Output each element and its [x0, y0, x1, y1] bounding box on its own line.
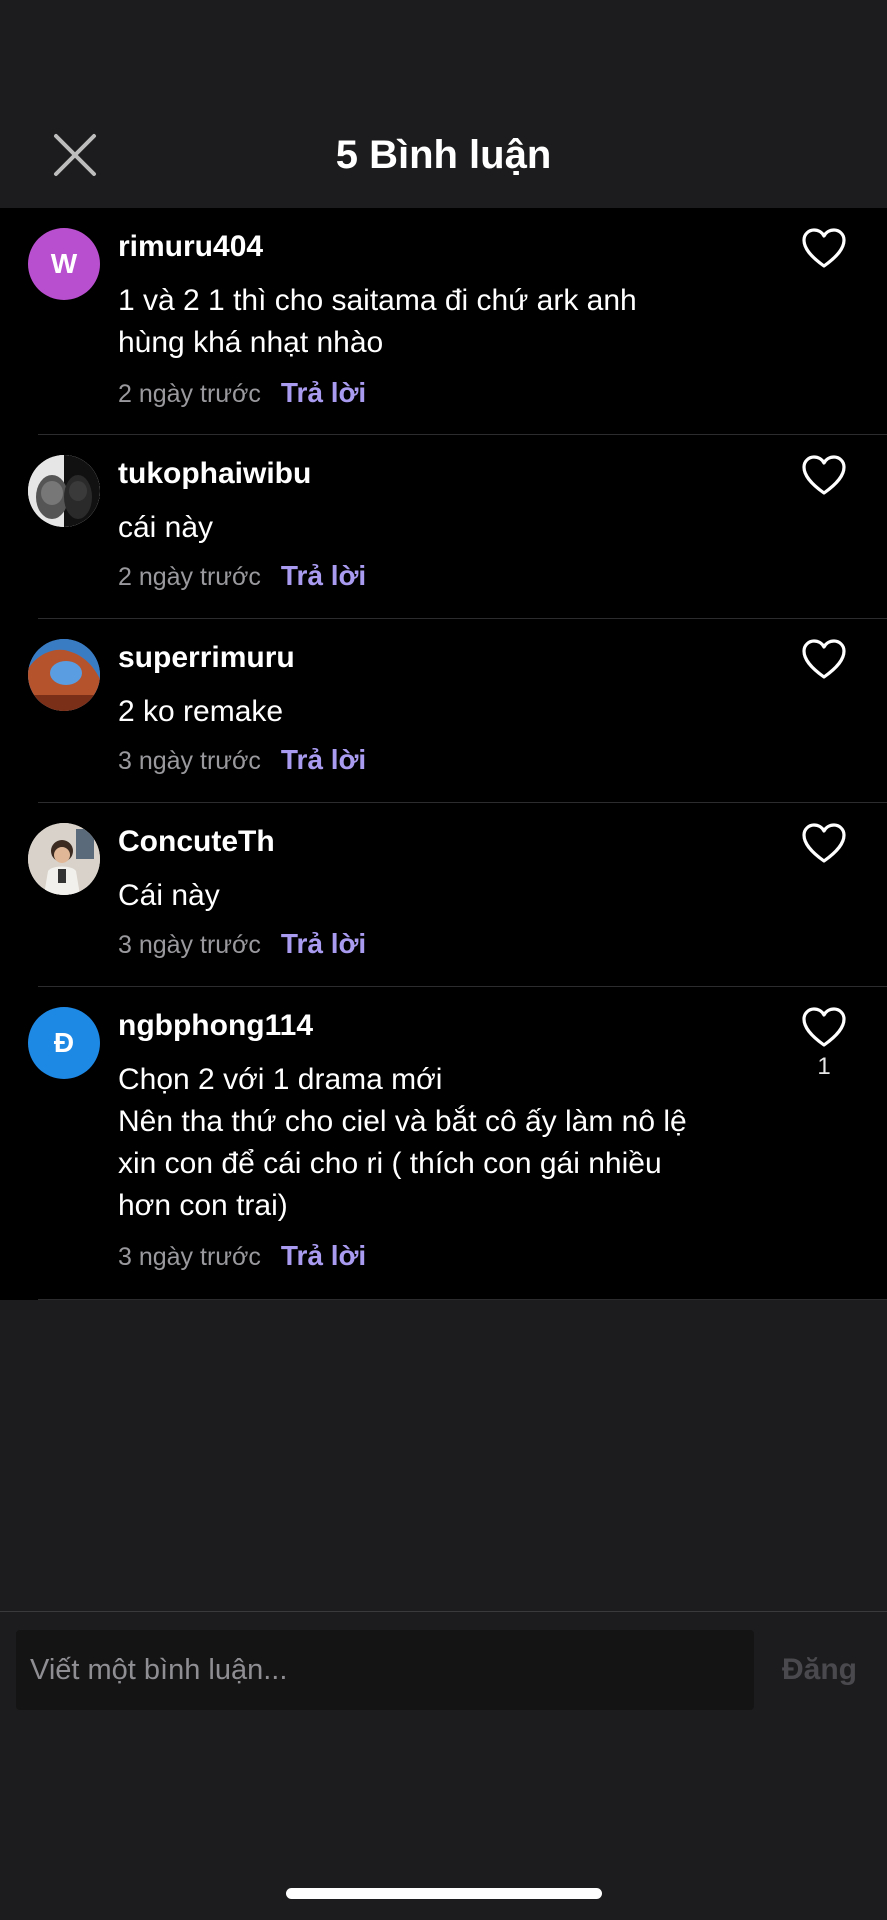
comment-text: Cái này: [118, 879, 220, 912]
comment-username[interactable]: superrimuru: [118, 639, 295, 677]
avatar-letter: Đ: [53, 1027, 75, 1058]
comment-time: 3 ngày trước: [118, 747, 261, 775]
home-indicator: [286, 1888, 602, 1899]
reply-button[interactable]: Trả lời: [281, 928, 366, 959]
comment-username[interactable]: ngbphong114: [118, 1007, 313, 1045]
heart-icon[interactable]: [800, 226, 848, 270]
comment-username[interactable]: ConcuteTh: [118, 823, 275, 861]
comment-username[interactable]: tukophaiwibu: [118, 455, 311, 493]
comment-list[interactable]: W rimuru404 1 và 2 1 thì cho saitama đi …: [0, 208, 887, 1300]
comment-text: 2 ko remake: [118, 695, 284, 728]
reply-button[interactable]: Trả lời: [281, 1240, 366, 1271]
comment-time: 3 ngày trước: [118, 1243, 261, 1271]
avatar-letter: W: [50, 248, 78, 279]
heart-icon[interactable]: [800, 637, 848, 681]
comment-meta: 2 ngày trước Trả lời: [118, 374, 366, 412]
avatar[interactable]: [28, 639, 100, 711]
comment-input[interactable]: [16, 1630, 754, 1710]
reply-button[interactable]: Trả lời: [281, 560, 366, 591]
comment-text: Chọn 2 với 1 drama mới Nên tha thứ cho c…: [118, 1063, 687, 1222]
like-count: 1: [817, 1053, 831, 1080]
heart-icon[interactable]: [800, 1005, 848, 1049]
comment-meta: 3 ngày trước Trả lời: [118, 925, 366, 963]
comment-text: cái này: [118, 511, 214, 544]
page-title: 5 Bình luận: [335, 133, 552, 177]
avatar-image-person: [28, 823, 100, 895]
comment-meta: 3 ngày trước Trả lời: [118, 741, 366, 779]
comment-time: 2 ngày trước: [118, 380, 261, 408]
heart-icon[interactable]: [800, 453, 848, 497]
reply-button[interactable]: Trả lời: [281, 744, 366, 775]
divider: [38, 1299, 887, 1300]
avatar[interactable]: W: [28, 228, 100, 300]
reply-button[interactable]: Trả lời: [281, 377, 366, 408]
comment-time: 2 ngày trước: [118, 563, 261, 591]
heart-icon[interactable]: [800, 821, 848, 865]
comment-text: 1 và 2 1 thì cho saitama đi chứ ark anh …: [118, 284, 637, 359]
divider: [38, 986, 887, 987]
comment-time: 3 ngày trước: [118, 931, 261, 959]
divider: [38, 802, 887, 803]
avatar[interactable]: Đ: [28, 1007, 100, 1079]
comments-header: 5 Bình luận: [0, 0, 887, 208]
avatar-image-cats: [28, 455, 100, 527]
composer-divider: [0, 1611, 887, 1612]
avatar[interactable]: [28, 823, 100, 895]
post-button[interactable]: Đăng: [782, 1640, 882, 1700]
divider: [38, 434, 887, 435]
divider: [38, 618, 887, 619]
avatar[interactable]: [28, 455, 100, 527]
comment-meta: 3 ngày trước Trả lời: [118, 1237, 366, 1275]
avatar-image-arch: [28, 639, 100, 711]
comment-meta: 2 ngày trước Trả lời: [118, 557, 366, 595]
comment-username[interactable]: rimuru404: [118, 228, 263, 266]
